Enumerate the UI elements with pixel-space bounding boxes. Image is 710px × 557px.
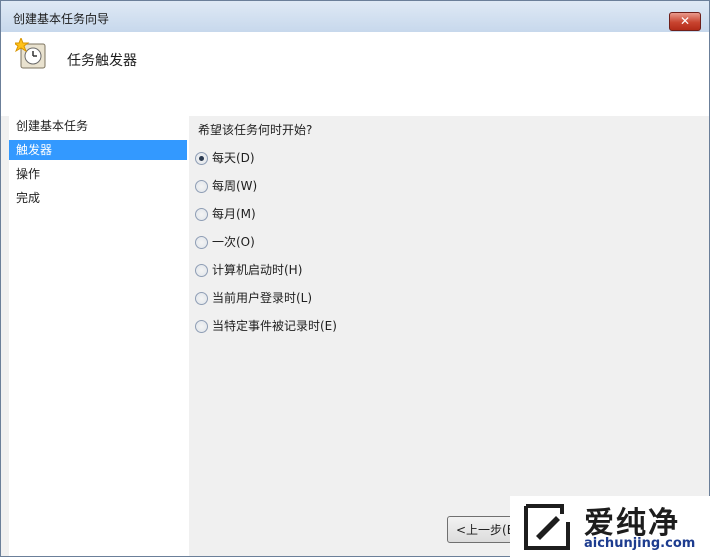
option-daily-label[interactable]: 每天(D) xyxy=(212,151,255,165)
step-action[interactable]: 操作 xyxy=(9,164,187,184)
option-at-logon-label[interactable]: 当前用户登录时(L) xyxy=(212,291,312,305)
step-finish[interactable]: 完成 xyxy=(9,188,187,208)
option-once-label[interactable]: 一次(O) xyxy=(212,235,255,249)
radio-once[interactable] xyxy=(195,236,208,249)
radio-weekly[interactable] xyxy=(195,180,208,193)
wizard-steps-panel: 创建基本任务 触发器 操作 完成 xyxy=(9,116,189,556)
wizard-window: 创建基本任务向导 ✕ 任务触发器 创建基本任务 触发器 操作 完成 希望该任务何… xyxy=(0,0,710,557)
radio-monthly[interactable] xyxy=(195,208,208,221)
radio-at-logon[interactable] xyxy=(195,292,208,305)
trigger-question: 希望该任务何时开始? xyxy=(198,123,313,137)
watermark-site: aichunjing.com xyxy=(584,536,696,551)
aichunjing-logo-icon xyxy=(524,504,570,550)
step-create-basic-task[interactable]: 创建基本任务 xyxy=(9,116,187,136)
option-monthly-label[interactable]: 每月(M) xyxy=(212,207,256,221)
watermark: 爱纯净 aichunjing.com xyxy=(510,496,710,557)
option-weekly-label[interactable]: 每周(W) xyxy=(212,179,257,193)
step-trigger[interactable]: 触发器 xyxy=(9,140,187,160)
radio-daily[interactable] xyxy=(195,152,208,165)
page-title: 任务触发器 xyxy=(67,53,137,69)
close-button[interactable]: ✕ xyxy=(669,12,701,31)
radio-at-startup[interactable] xyxy=(195,264,208,277)
option-at-startup-label[interactable]: 计算机启动时(H) xyxy=(212,263,302,277)
wizard-header: 任务触发器 xyxy=(1,32,709,116)
window-title: 创建基本任务向导 xyxy=(13,12,110,26)
trigger-options-panel: 希望该任务何时开始? 每天(D) 每周(W) 每月(M) 一次(O) 计算机启动… xyxy=(191,116,709,556)
option-on-event-label[interactable]: 当特定事件被记录时(E) xyxy=(212,319,337,333)
title-bar[interactable]: 创建基本任务向导 ✕ xyxy=(1,1,709,32)
task-scheduler-clock-icon xyxy=(15,38,46,69)
radio-on-event[interactable] xyxy=(195,320,208,333)
